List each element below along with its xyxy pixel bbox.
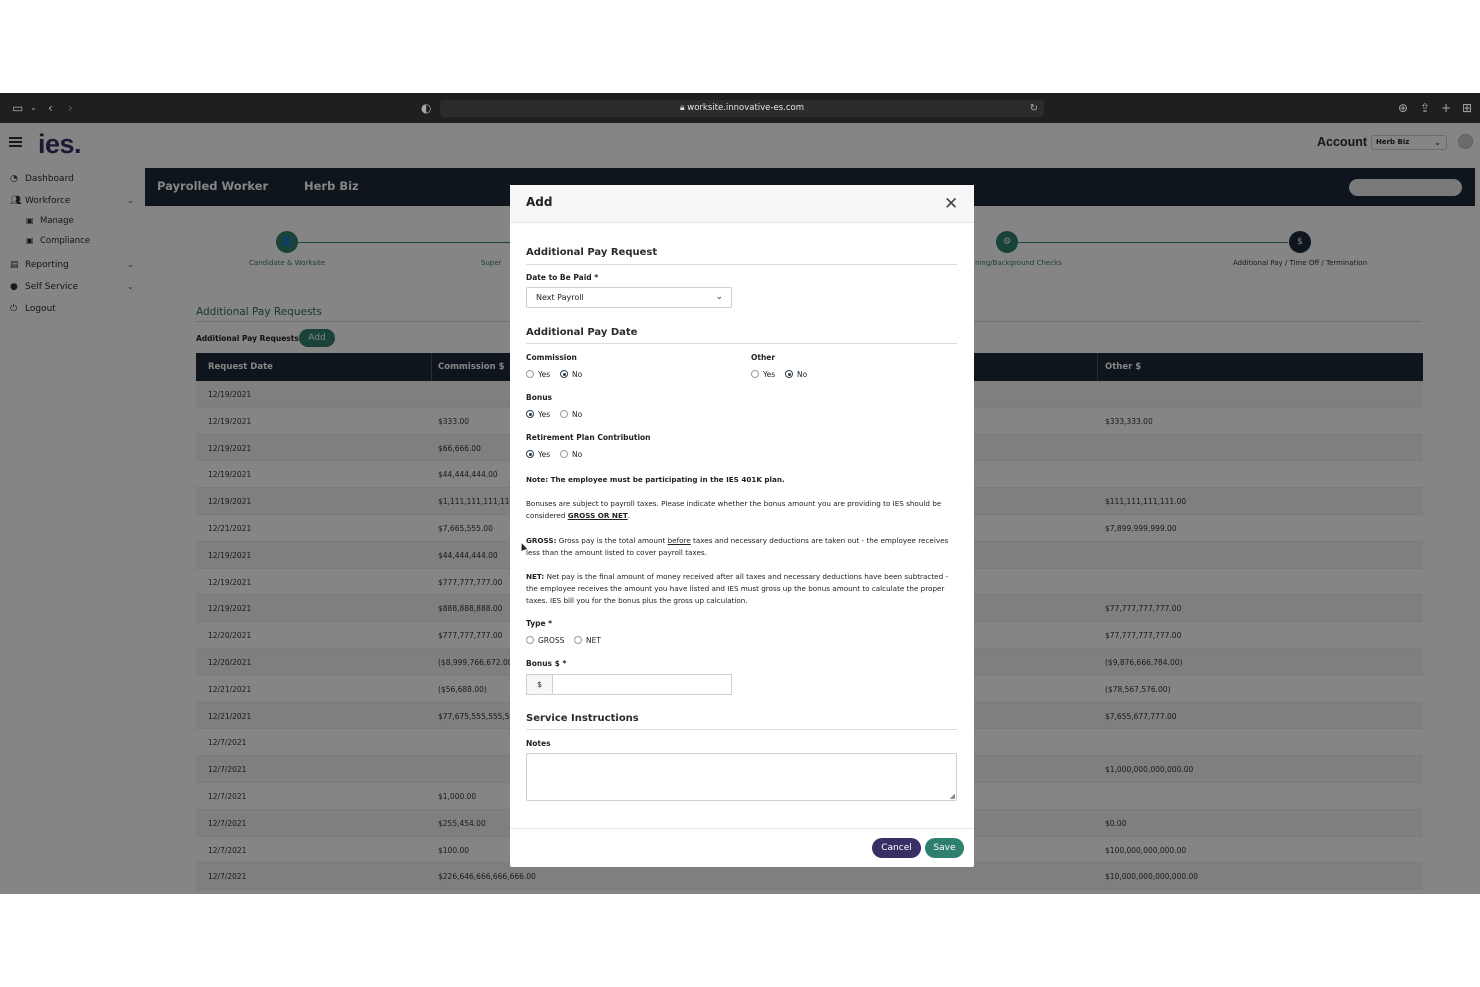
chevron-down-icon: ⌄: [715, 292, 723, 302]
notes-label: Notes: [526, 739, 551, 748]
type-label: Type *: [526, 619, 553, 628]
close-icon[interactable]: ✕: [944, 194, 958, 214]
cancel-button[interactable]: Cancel: [872, 838, 921, 858]
divider: [526, 729, 957, 730]
url-text: worksite.innovative-es.com: [687, 103, 804, 113]
bonus-label: Bonus: [526, 393, 553, 402]
save-button[interactable]: Save: [925, 838, 964, 858]
address-bar[interactable]: 🔒︎ worksite.innovative-es.com ↻: [440, 100, 1044, 117]
reload-icon[interactable]: ↻: [1030, 100, 1038, 117]
other-no-radio[interactable]: [785, 370, 793, 378]
radio-label: Yes: [763, 370, 776, 379]
new-tab-icon[interactable]: +: [1441, 100, 1451, 116]
retirement-yes-radio[interactable]: [526, 450, 534, 458]
other-yes-radio[interactable]: [751, 370, 759, 378]
back-icon[interactable]: ‹: [48, 100, 53, 116]
lock-icon: 🔒︎: [680, 103, 685, 113]
currency-prefix: $: [526, 674, 552, 695]
forward-icon[interactable]: ›: [68, 100, 73, 116]
other-label: Other: [751, 353, 776, 362]
notes-textarea[interactable]: ◢: [526, 753, 957, 801]
section-heading-date: Additional Pay Date: [526, 327, 638, 338]
resize-handle-icon[interactable]: ◢: [950, 792, 955, 800]
bonus-tax-info: Bonuses are subject to payroll taxes. Pl…: [526, 499, 942, 520]
bonus-no-radio[interactable]: [560, 410, 568, 418]
divider: [510, 828, 974, 829]
modal-title: Add: [526, 195, 553, 209]
radio-label: No: [572, 410, 583, 419]
section-heading-service: Service Instructions: [526, 713, 639, 724]
add-pay-modal: Add ✕ Additional Pay Request Date to Be …: [510, 185, 974, 867]
date-to-be-paid-select[interactable]: Next Payroll ⌄: [526, 287, 732, 308]
privacy-shield-icon[interactable]: ◐: [421, 100, 431, 116]
net-definition: NET: Net pay is the final amount of mone…: [526, 572, 949, 605]
radio-label: NET: [586, 636, 601, 645]
bonus-amount-label: Bonus $ *: [526, 659, 567, 668]
type-gross-radio[interactable]: [526, 636, 534, 644]
gross-definition: GROSS: Gross pay is the total amount bef…: [526, 536, 949, 557]
commission-yes-radio[interactable]: [526, 370, 534, 378]
bonus-yes-radio[interactable]: [526, 410, 534, 418]
radio-label: Yes: [538, 370, 551, 379]
download-icon[interactable]: ⊕: [1398, 100, 1408, 116]
date-to-be-paid-label: Date to Be Paid *: [526, 273, 599, 282]
chevron-down-icon[interactable]: ⌄: [30, 100, 37, 116]
bonus-amount-input[interactable]: [552, 674, 732, 695]
divider: [526, 264, 957, 265]
retirement-no-radio[interactable]: [560, 450, 568, 458]
screen: ▭ ⌄ ‹ › ◐ 🔒︎ worksite.innovative-es.com …: [0, 93, 1480, 894]
radio-label: Yes: [538, 410, 551, 419]
commission-label: Commission: [526, 353, 577, 362]
divider: [526, 343, 957, 344]
modal-header: Add ✕: [510, 185, 974, 223]
date-to-be-paid-value: Next Payroll: [536, 293, 584, 302]
retirement-note: Note: The employee must be participating…: [526, 475, 785, 484]
sidebar-toggle-icon[interactable]: ▭: [12, 100, 23, 116]
retirement-label: Retirement Plan Contribution: [526, 433, 651, 442]
type-net-radio[interactable]: [574, 636, 582, 644]
radio-label: No: [797, 370, 808, 379]
radio-label: No: [572, 370, 583, 379]
section-heading-request: Additional Pay Request: [526, 247, 658, 258]
radio-label: Yes: [538, 450, 551, 459]
share-icon[interactable]: ⇪: [1420, 100, 1430, 116]
tab-overview-icon[interactable]: ⊞: [1462, 100, 1472, 116]
radio-label: GROSS: [538, 636, 565, 645]
browser-toolbar: ▭ ⌄ ‹ › ◐ 🔒︎ worksite.innovative-es.com …: [0, 93, 1480, 123]
commission-no-radio[interactable]: [560, 370, 568, 378]
radio-label: No: [572, 450, 583, 459]
